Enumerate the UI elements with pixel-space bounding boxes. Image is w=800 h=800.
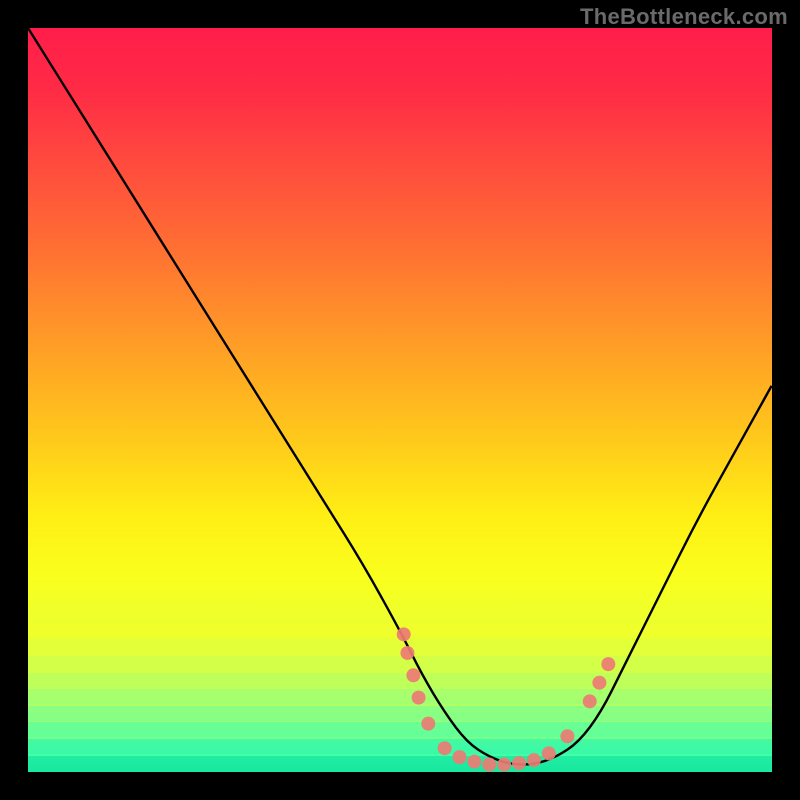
curve-layer xyxy=(28,28,772,772)
data-marker xyxy=(583,694,597,708)
bottleneck-curve xyxy=(28,28,772,765)
data-marker xyxy=(497,758,511,772)
data-marker xyxy=(400,646,414,660)
marker-group xyxy=(397,627,616,771)
data-marker xyxy=(592,676,606,690)
data-marker xyxy=(421,717,435,731)
data-marker xyxy=(397,627,411,641)
data-marker xyxy=(412,691,426,705)
data-marker xyxy=(482,758,496,772)
data-marker xyxy=(601,657,615,671)
data-marker xyxy=(560,729,574,743)
data-marker xyxy=(438,741,452,755)
plot-area xyxy=(28,28,772,772)
chart-frame: TheBottleneck.com xyxy=(0,0,800,800)
data-marker xyxy=(542,746,556,760)
data-marker xyxy=(453,750,467,764)
data-marker xyxy=(527,753,541,767)
data-marker xyxy=(467,755,481,769)
data-marker xyxy=(512,756,526,770)
data-marker xyxy=(406,668,420,682)
watermark-text: TheBottleneck.com xyxy=(580,4,788,30)
